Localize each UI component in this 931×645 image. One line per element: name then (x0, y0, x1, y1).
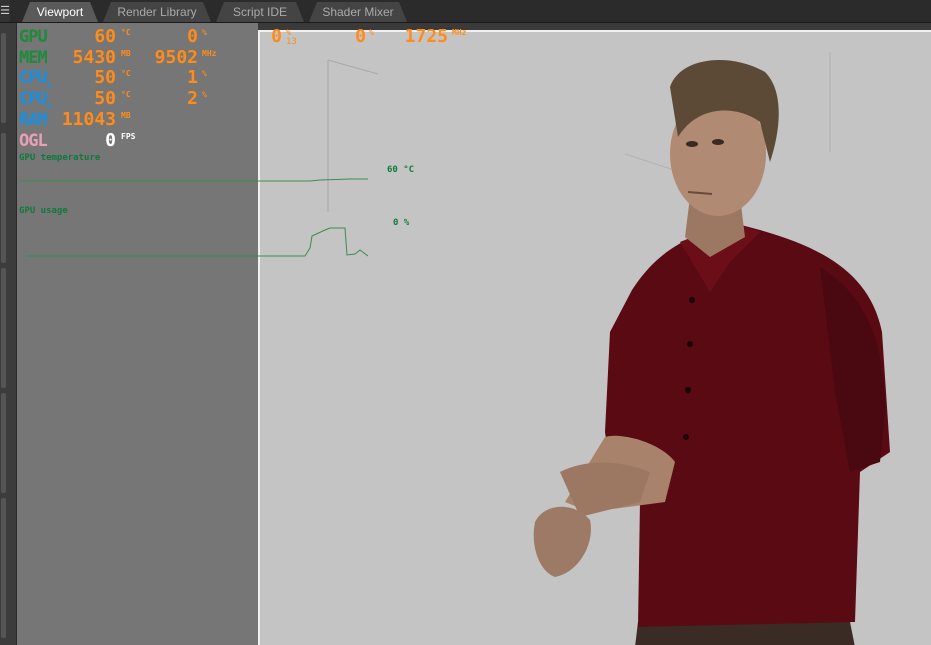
hud-gpu-usage-unit: % (202, 28, 207, 37)
toolbar-handle[interactable] (1, 33, 6, 123)
hud-gpu-usage: 0 (187, 26, 198, 47)
menu-icon[interactable]: ☰ (0, 0, 10, 22)
hud-gpu-temp-unit: °C (121, 28, 131, 37)
hud-top-unit-2: % (369, 28, 374, 37)
scene-render (327, 52, 890, 645)
hud-cpu2-temp-unit: °C (121, 90, 131, 99)
gpu-usage-graph-value: 0 % (393, 218, 410, 228)
hud-top-sub: 13 (286, 37, 297, 47)
toolbar-handle[interactable] (1, 133, 6, 263)
toolbar-handle[interactable] (1, 393, 6, 493)
hud-gpu-temp: 60 (94, 26, 116, 47)
hud-cpu2-temp: 50 (94, 88, 116, 109)
hud-cpu1-temp: 50 (94, 67, 116, 88)
hud-cpu2-usage-unit: % (202, 90, 207, 99)
character-figure (533, 60, 890, 645)
toolbar-handle[interactable] (1, 498, 6, 638)
gpu-temperature-graph-value: 60 °C (387, 165, 415, 175)
hud-cpu1-temp-unit: °C (121, 69, 131, 78)
gpu-usage-graph-title: GPU usage (19, 206, 68, 216)
hud-cpu1-usage: 1 (187, 67, 198, 88)
hud-ogl-value: 0 (105, 130, 116, 151)
hud-mem-used-unit: MB (121, 49, 131, 58)
hud-top-unit-3: MHz (452, 28, 467, 37)
toolbar-handle[interactable] (1, 268, 6, 388)
guide-line (327, 59, 379, 75)
viewport-canvas[interactable] (258, 30, 931, 645)
hud-ogl-unit: FPS (121, 132, 136, 141)
hud-top-value-1: 0 (271, 26, 282, 47)
hud-top-value-2: 0 (355, 26, 366, 47)
hud-gpu-label: GPU (19, 27, 48, 47)
left-toolbar (0, 23, 17, 645)
hud-ram-label: RAM (19, 110, 48, 130)
hud-ram-value: 11043 (61, 109, 116, 130)
hud-ram-unit: MB (121, 111, 131, 120)
tab-render-library[interactable]: Render Library (103, 2, 211, 22)
hud-top-value-3: 1725 (404, 26, 448, 47)
hud-ogl-label: OGL (19, 131, 48, 151)
tab-viewport[interactable]: Viewport (22, 2, 98, 22)
hud-cpu1-usage-unit: % (202, 69, 207, 78)
hud-mem-clock: 9502 (154, 47, 198, 68)
gpu-temperature-graph-title: GPU temperature (19, 153, 101, 163)
hud-cpu2-usage: 2 (187, 88, 198, 109)
hud-mem-used: 5430 (72, 47, 116, 68)
hud-overlay-panel (17, 23, 258, 645)
tab-bar: ☰ Viewport Render Library Script IDE Sha… (0, 0, 931, 23)
hud-mem-clock-unit: MHz (202, 49, 217, 58)
hud-top-unit-1: % (286, 28, 291, 37)
hud-cpu2-label: CPU2 (19, 89, 52, 111)
hud-mem-label: MEM (19, 48, 48, 68)
tab-script-ide[interactable]: Script IDE (216, 2, 304, 22)
hud-cpu1-label: CPU1 (19, 68, 52, 90)
tab-shader-mixer[interactable]: Shader Mixer (309, 2, 407, 22)
